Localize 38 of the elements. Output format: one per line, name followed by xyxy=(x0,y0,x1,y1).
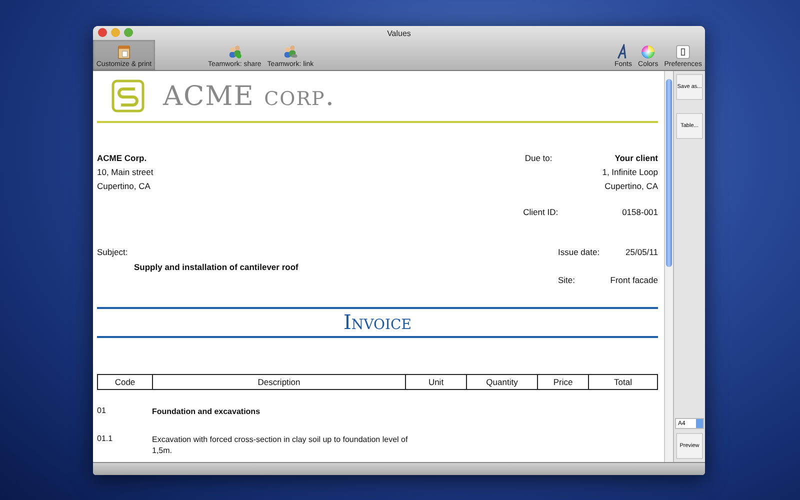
column-header: Unit xyxy=(406,374,466,390)
column-header: Description xyxy=(152,374,406,390)
sender-address-line: Cupertino, CA xyxy=(97,181,152,191)
item-description: Excavation with forced cross-section in clay soil up to foundation level of 1,5m. xyxy=(152,434,409,457)
client-address-line: 1, Infinite Loop xyxy=(602,167,658,177)
field-label: Client ID: xyxy=(523,207,558,217)
field-label: Subject: xyxy=(97,247,129,257)
item-code: 01.1 xyxy=(97,434,114,445)
item-code: 01 xyxy=(97,406,107,417)
field-label: Due to: xyxy=(524,153,552,165)
close-button[interactable] xyxy=(98,28,107,37)
minimize-button[interactable] xyxy=(111,28,120,37)
subject-text: Supply and installation of cantilever roof xyxy=(134,262,298,272)
field-label: Issue date: xyxy=(558,247,600,257)
field-value: 25/05/11 xyxy=(626,247,658,257)
column-header: Code xyxy=(98,374,152,390)
sender-address-line: 10, Main street xyxy=(97,167,154,177)
column-header: Price xyxy=(538,374,588,390)
field-label: Site: xyxy=(558,275,576,285)
sender-address-line: ACME Corp. xyxy=(97,153,148,163)
field-value: 0158-001 xyxy=(622,207,658,217)
field-value: Front facade xyxy=(610,275,658,285)
color-wheel-icon xyxy=(640,44,656,60)
window-title: Values xyxy=(387,28,411,38)
people-icon xyxy=(282,44,298,60)
column-header: Quantity xyxy=(466,374,538,390)
item-description: Foundation and excavations xyxy=(152,406,262,418)
switch-icon xyxy=(675,44,692,60)
column-header: Total xyxy=(588,374,658,390)
invoice-title: Invoice xyxy=(344,310,412,334)
logo-icon xyxy=(111,79,145,113)
client-address-line: Your client xyxy=(614,153,658,163)
zoom-button[interactable] xyxy=(124,28,133,37)
people-icon xyxy=(226,44,243,60)
scroll-thumb[interactable] xyxy=(666,79,672,267)
company-logo-text: ACME corp. xyxy=(163,80,335,112)
client-address-line: Cupertino, CA xyxy=(604,181,658,191)
layout-icon xyxy=(116,44,132,60)
